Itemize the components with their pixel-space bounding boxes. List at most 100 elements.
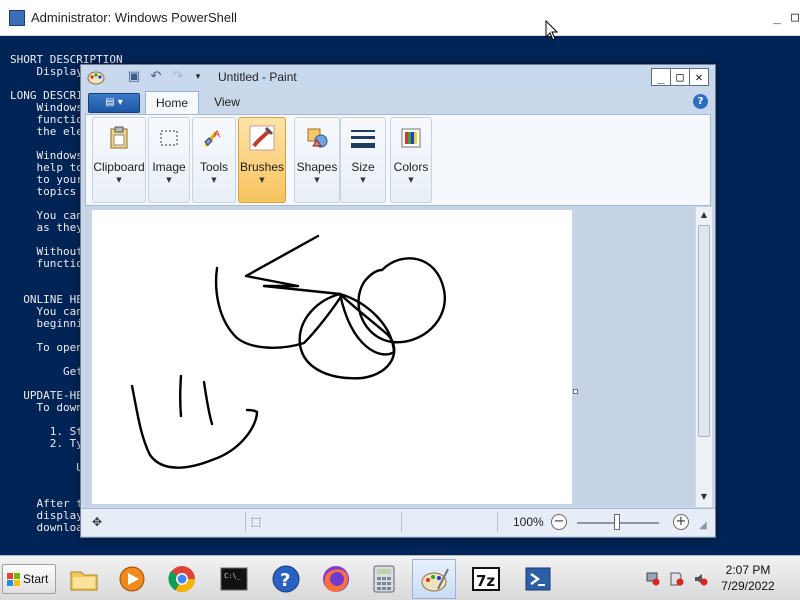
security-alert-icon[interactable]: [670, 572, 684, 586]
powershell-icon: [525, 567, 551, 591]
cursor-position-icon: ✥: [91, 515, 103, 529]
paint-menu-button[interactable]: ▤ ▾: [88, 93, 140, 113]
media-player-icon: [119, 566, 145, 592]
status-divider: [245, 512, 246, 532]
chevron-down-icon: ▼: [360, 176, 366, 184]
ribbon-group-clipboard[interactable]: Clipboard ▼: [92, 117, 146, 203]
help-icon[interactable]: ?: [693, 94, 708, 109]
redo-icon[interactable]: ↷: [169, 69, 187, 85]
status-divider: [497, 512, 498, 532]
save-icon[interactable]: ▣: [125, 69, 143, 85]
chevron-down-icon: ▼: [314, 176, 320, 184]
select-icon: [160, 130, 178, 146]
taskbar-paint[interactable]: [412, 559, 456, 599]
undo-icon[interactable]: ↶: [147, 69, 165, 85]
paint-title: Untitled - Paint: [218, 70, 297, 84]
tab-home[interactable]: Home: [145, 91, 199, 115]
status-divider: [401, 512, 402, 532]
svg-text:7z: 7z: [476, 572, 495, 590]
drawing-canvas[interactable]: [92, 210, 572, 504]
paint-palette-icon: [421, 568, 449, 592]
line-size-icon: [351, 130, 375, 148]
chevron-down-icon: ▼: [408, 176, 414, 184]
start-button[interactable]: Start: [2, 564, 56, 594]
ribbon-group-shapes[interactable]: Shapes ▼: [294, 117, 340, 203]
paint-app-icon[interactable]: [87, 69, 105, 85]
ribbon-group-label: Brushes: [239, 160, 285, 174]
canvas-area[interactable]: [85, 207, 695, 507]
clipboard-icon: [110, 126, 128, 149]
minimize-button[interactable]: _: [766, 8, 788, 28]
taskbar-clock[interactable]: 2:07 PM 7/29/2022: [712, 562, 784, 594]
status-bar: ✥ ⬚ 100% − + ◢: [81, 508, 715, 536]
taskbar-powershell[interactable]: [516, 559, 560, 599]
folder-icon: [70, 571, 98, 591]
scrollbar-thumb[interactable]: [698, 225, 710, 437]
taskbar-calculator[interactable]: [362, 559, 406, 599]
chevron-down-icon: ▼: [166, 176, 172, 184]
color-palette-icon: [401, 128, 421, 148]
network-icon[interactable]: [646, 572, 660, 586]
selection-size-icon: ⬚: [250, 515, 262, 528]
chevron-down-icon: ▼: [116, 176, 122, 184]
chrome-icon: [168, 566, 196, 593]
scroll-down-arrow-icon[interactable]: ▼: [696, 489, 712, 505]
zoom-slider-thumb[interactable]: [614, 514, 620, 530]
taskbar-command-prompt[interactable]: C:\_: [212, 559, 256, 599]
ribbon-group-label: Tools: [199, 160, 228, 174]
vertical-scrollbar[interactable]: ▲ ▼: [695, 207, 712, 507]
paint-window[interactable]: ▣ ↶ ↷ ▾ Untitled - Paint _ □ ✕ ▤ ▾ Home …: [80, 64, 716, 538]
powershell-icon: [9, 10, 25, 26]
svg-text:?: ?: [280, 570, 290, 591]
taskbar-chrome[interactable]: [160, 559, 204, 599]
taskbar-7zip[interactable]: 7z: [464, 559, 508, 599]
minimize-button[interactable]: _: [651, 68, 671, 86]
ribbon-group-label: Shapes: [296, 160, 338, 174]
shapes-icon: [307, 128, 328, 148]
taskbar: Start C:\_ ? 7z 2:07 PM 7/29/2022: [0, 555, 800, 600]
ribbon: Clipboard ▼ Image ▼ A Tools ▼ Brushes ▼ …: [85, 114, 711, 206]
ribbon-group-brushes[interactable]: Brushes ▼: [238, 117, 286, 203]
tools-icon: A: [204, 130, 221, 147]
clock-date: 7/29/2022: [721, 579, 775, 593]
ribbon-group-label: Colors: [393, 160, 429, 174]
taskbar-help[interactable]: ?: [264, 559, 308, 599]
powershell-title: Administrator: Windows PowerShell: [31, 10, 237, 25]
mouse-cursor-icon: [545, 20, 559, 41]
7zip-icon: 7z: [472, 567, 500, 591]
zoom-in-button[interactable]: +: [673, 514, 689, 530]
windows-logo-icon: [7, 573, 20, 586]
command-prompt-icon: C:\_: [220, 567, 248, 591]
ribbon-group-image[interactable]: Image ▼: [148, 117, 190, 203]
maximize-button[interactable]: □: [790, 8, 800, 28]
calculator-icon: [373, 565, 395, 593]
ribbon-group-colors[interactable]: Colors ▼: [390, 117, 432, 203]
ribbon-group-size[interactable]: Size ▼: [340, 117, 386, 203]
clock-time: 2:07 PM: [725, 563, 771, 577]
freehand-drawing: [130, 234, 447, 469]
scroll-up-arrow-icon[interactable]: ▲: [696, 207, 712, 223]
customize-quick-access-icon[interactable]: ▾: [189, 69, 207, 85]
powershell-titlebar[interactable]: Administrator: Windows PowerShell _ □: [0, 0, 800, 36]
ribbon-group-label: Clipboard: [93, 160, 145, 174]
resize-grip-icon[interactable]: ◢: [699, 520, 711, 532]
zoom-out-button[interactable]: −: [551, 514, 567, 530]
taskbar-firefox[interactable]: [314, 559, 358, 599]
taskbar-file-explorer[interactable]: [62, 559, 106, 599]
close-button[interactable]: ✕: [689, 68, 709, 86]
ribbon-group-tools[interactable]: A Tools ▼: [192, 117, 236, 203]
start-label: Start: [23, 572, 49, 586]
help-icon: ?: [272, 565, 300, 593]
taskbar-media-player[interactable]: [110, 559, 154, 599]
brush-icon: [249, 125, 275, 151]
chevron-down-icon: ▼: [211, 176, 217, 184]
svg-text:A: A: [214, 130, 221, 140]
volume-muted-icon[interactable]: [694, 572, 708, 586]
paint-titlebar[interactable]: ▣ ↶ ↷ ▾ Untitled - Paint _ □ ✕: [81, 65, 715, 89]
tab-view[interactable]: View: [205, 91, 249, 115]
ribbon-group-label: Size: [351, 160, 375, 174]
firefox-icon: [323, 566, 349, 592]
canvas-resize-handle[interactable]: [573, 389, 578, 394]
maximize-button[interactable]: □: [670, 68, 690, 86]
